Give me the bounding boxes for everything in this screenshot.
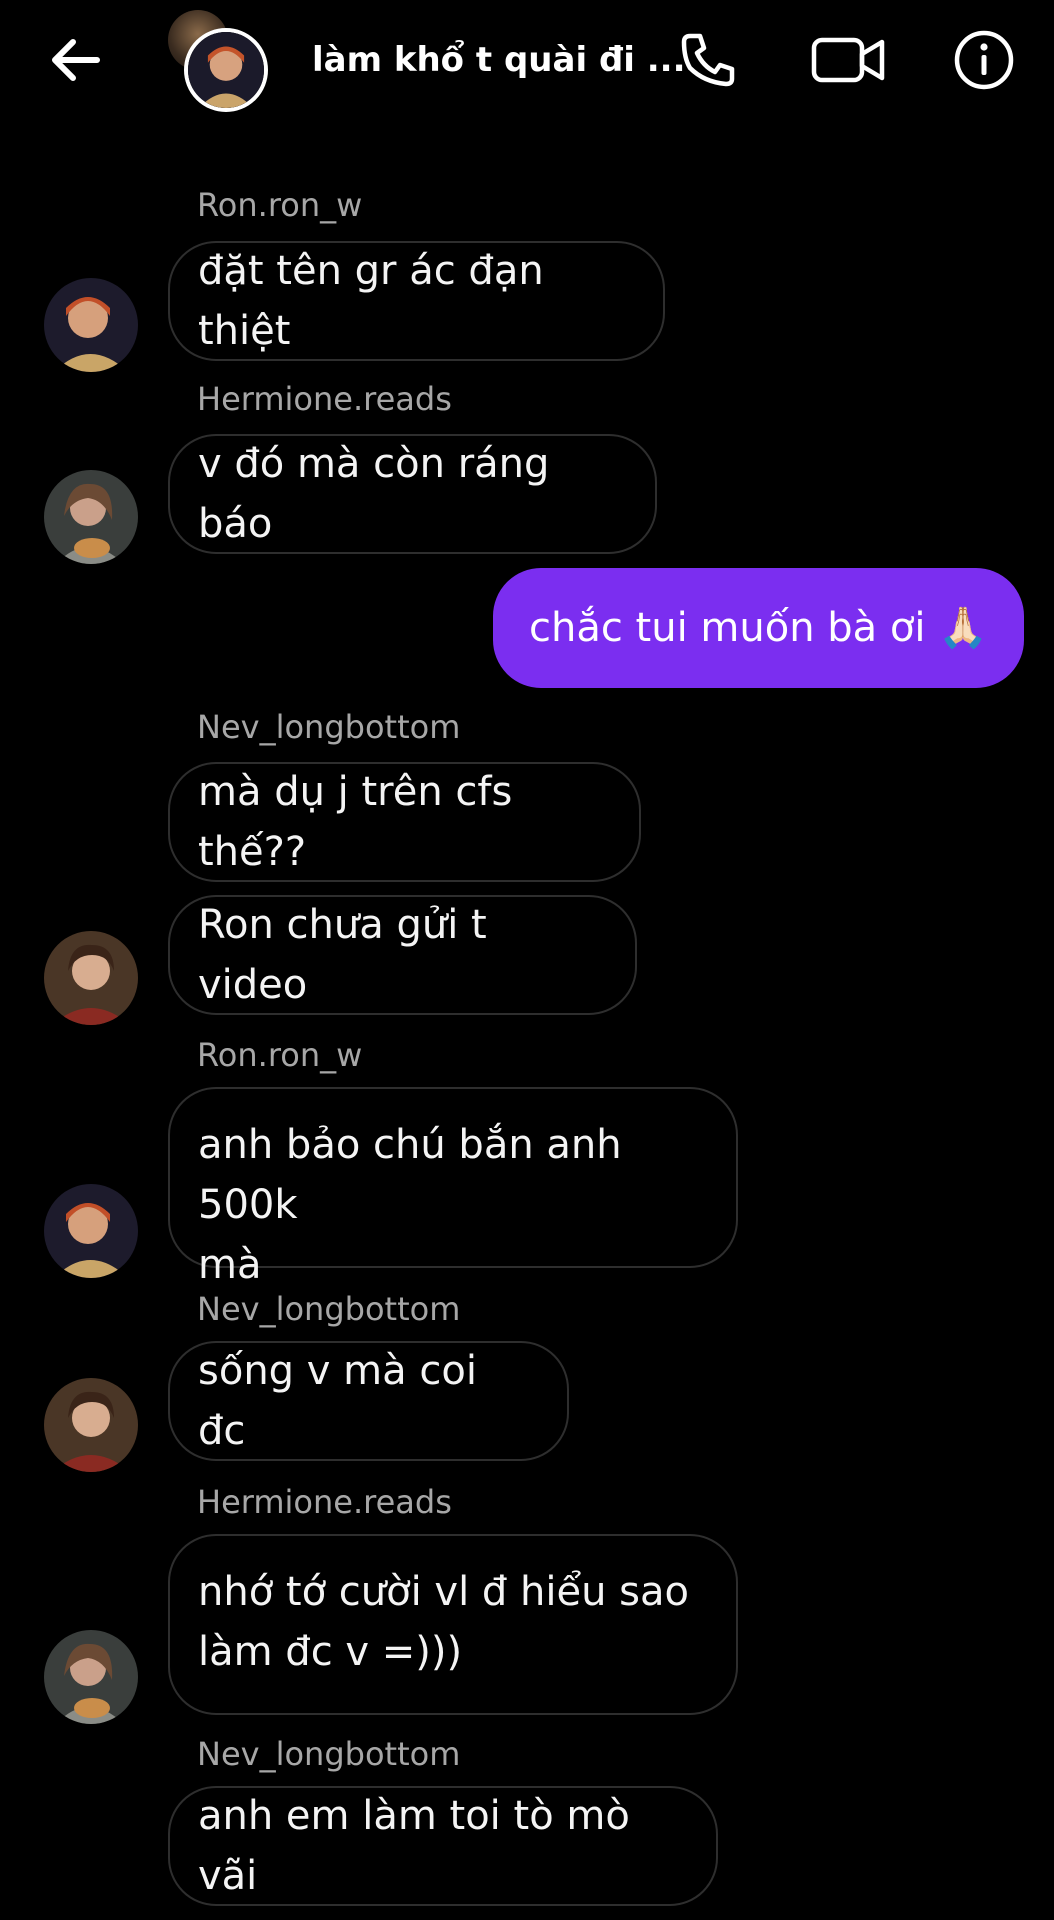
group-avatar[interactable] [168, 10, 278, 112]
group-avatar-front [184, 28, 268, 112]
arrow-left-icon[interactable] [45, 30, 105, 90]
message-bubble[interactable]: đặt tên gr ác đạn thiệt [168, 241, 665, 361]
sender-name: Nev_longbottom [197, 708, 461, 746]
sender-name: Hermione.reads [197, 380, 452, 418]
message-text: v đó mà còn ráng báo [198, 441, 550, 547]
message-bubble[interactable]: mà dụ j trên cfs thế?? [168, 762, 641, 882]
sender-name: Nev_longbottom [197, 1735, 461, 1773]
sender-name: Hermione.reads [197, 1483, 452, 1521]
message-bubble[interactable]: anh bảo chú bắn anh 500k mà [168, 1087, 738, 1288]
message-text: mà dụ j trên cfs thế?? [198, 769, 513, 875]
message-text: nhớ tớ cười vl đ hiểu sao làm đc v =))) [198, 1569, 689, 1675]
message-bubble[interactable]: v đó mà còn ráng báo [168, 434, 657, 554]
message-bubble[interactable]: sống v mà coi đc [168, 1341, 569, 1461]
sender-name: Nev_longbottom [197, 1290, 461, 1328]
message-text: đặt tên gr ác đạn thiệt [198, 248, 544, 354]
message-bubble[interactable]: anh em làm toi tò mò vãi [168, 1786, 718, 1906]
avatar-neville[interactable] [44, 931, 138, 1025]
message-text: Ron chưa gửi t video [198, 902, 487, 1008]
video-camera-icon[interactable] [810, 28, 888, 92]
message-text: anh em làm toi tò mò vãi [198, 1793, 630, 1899]
chat-header: làm khổ t quài đi ... [0, 0, 1054, 130]
phone-icon[interactable] [676, 28, 740, 92]
chat-title[interactable]: làm khổ t quài đi ... [312, 40, 686, 80]
my-message-bubble[interactable]: chắc tui muốn bà ơi 🙏🏻 [492, 568, 1024, 688]
message-bubble[interactable]: nhớ tớ cười vl đ hiểu sao làm đc v =))) [168, 1534, 738, 1715]
message-text: chắc tui muốn bà ơi 🙏🏻 [528, 605, 988, 651]
sender-name: Ron.ron_w [197, 186, 363, 224]
message-text: anh bảo chú bắn anh 500k mà [198, 1122, 622, 1288]
avatar-ron[interactable] [44, 278, 138, 372]
sender-name: Ron.ron_w [197, 1036, 363, 1074]
message-text: sống v mà coi đc [198, 1348, 477, 1454]
avatar-hermione[interactable] [44, 1630, 138, 1724]
info-icon[interactable] [952, 28, 1016, 92]
avatar-neville[interactable] [44, 1378, 138, 1472]
message-bubble[interactable]: Ron chưa gửi t video [168, 895, 637, 1015]
avatar-hermione[interactable] [44, 470, 138, 564]
avatar-ron[interactable] [44, 1184, 138, 1278]
